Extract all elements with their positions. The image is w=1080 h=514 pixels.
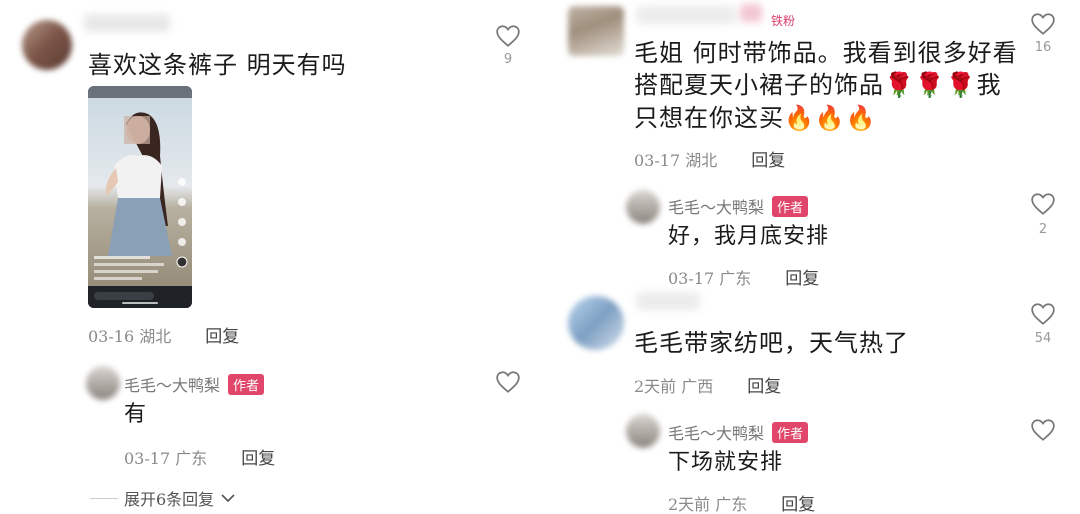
commenter-name-blurred[interactable] [636,6,736,24]
reply-button[interactable]: 回复 [205,322,239,347]
like-count: 16 [1034,40,1052,55]
chevron-down-icon [221,494,235,503]
author-name[interactable]: 毛毛～大鸭梨 [668,194,764,218]
author-name-row: 毛毛～大鸭梨 作者 [124,372,265,396]
author-badge: 作者 [228,373,265,395]
comment-meta: 2天前 广西 回复 [634,372,781,398]
reply-button[interactable]: 回复 [781,490,815,514]
expand-replies-button[interactable]: 展开6条回复 [90,486,236,510]
reply-location: 广东 [175,448,208,468]
expand-replies-label: 展开6条回复 [124,490,215,509]
author-name[interactable]: 毛毛～大鸭梨 [124,372,220,396]
reply-date: 2天前 [668,494,711,514]
commenter-name-blurred[interactable] [636,292,700,310]
comment-location: 广西 [681,376,714,396]
reply-location: 广东 [719,268,752,288]
reply-button[interactable]: 回复 [751,146,785,171]
comment-text-line: 只想在你这买🔥🔥🔥 [634,104,877,132]
comment-location: 湖北 [139,326,172,346]
reply-location: 广东 [715,494,748,514]
reply-meta: 03-17 广东 回复 [668,264,819,290]
heart-outline-icon[interactable] [1030,418,1056,442]
reply-meta: 2天前 广东 回复 [668,490,815,514]
comment-meta: 03-17 湖北 回复 [634,146,785,172]
author-badge: 作者 [772,421,809,443]
heart-outline-icon[interactable] [1030,192,1056,216]
comment-date: 2天前 [634,376,677,396]
like-count: 9 [503,52,513,67]
reply-date: 03-17 [668,268,715,288]
reply-text: 下场就安排 [668,450,784,475]
heart-outline-icon[interactable] [495,24,521,48]
author-name-row: 毛毛～大鸭梨 作者 [668,420,809,444]
commenter-avatar[interactable] [568,6,624,56]
heart-outline-icon[interactable] [1030,12,1056,36]
reply-meta: 03-17 广东 回复 [124,444,275,470]
heart-outline-icon[interactable] [1030,302,1056,326]
comment-text: 毛毛带家纺吧，天气热了 [634,329,909,357]
author-avatar[interactable] [626,190,660,224]
commenter-avatar[interactable] [22,20,72,70]
reply-button[interactable]: 回复 [241,444,275,469]
author-name[interactable]: 毛毛～大鸭梨 [668,420,764,444]
comment-location: 湖北 [685,150,718,170]
divider [90,497,118,499]
like-count: 2 [1038,222,1048,237]
author-badge: 作者 [772,195,809,217]
fan-badge: 铁粉 [771,14,796,28]
reply-text: 有 [124,402,148,427]
comment-date: 03-16 [88,326,135,346]
author-name-row: 毛毛～大鸭梨 作者 [668,194,809,218]
reply-button[interactable]: 回复 [747,372,781,397]
comment-text: 喜欢这条裤子 明天有吗 [88,51,347,79]
like-count: 54 [1034,331,1052,346]
reply-button[interactable]: 回复 [785,264,819,289]
author-avatar[interactable] [626,414,660,448]
attached-video-thumbnail[interactable] [88,86,192,308]
author-avatar[interactable] [86,366,120,400]
reply-date: 03-17 [124,448,171,468]
reply-text: 好，我月底安排 [668,224,830,249]
commenter-avatar[interactable] [568,296,624,350]
commenter-badge-blurred [740,4,762,22]
video-preview-image [88,86,192,308]
commenter-name-blurred[interactable] [84,14,170,32]
comment-meta: 03-16 湖北 回复 [88,322,239,348]
heart-outline-icon[interactable] [495,370,521,394]
comment-date: 03-17 [634,150,681,170]
